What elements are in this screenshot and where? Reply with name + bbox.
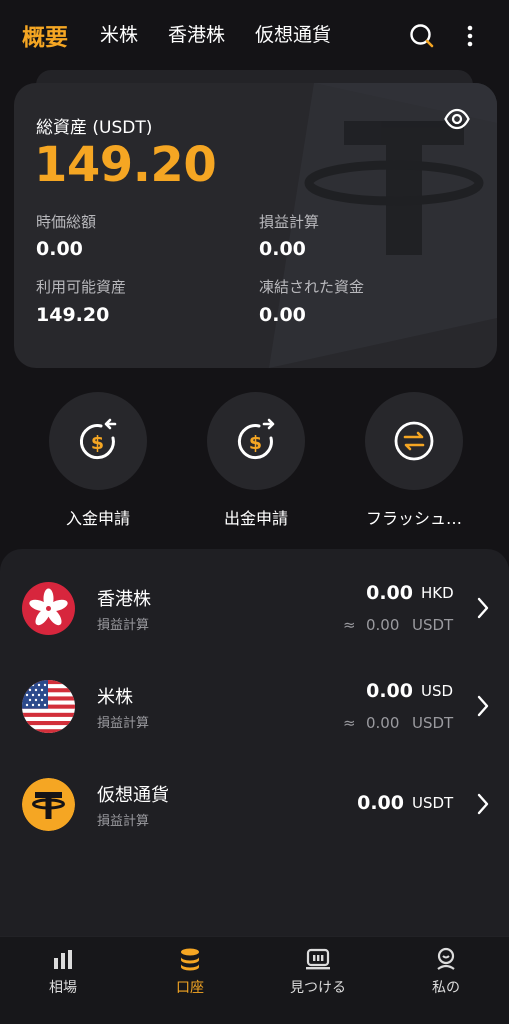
nav-account[interactable]: 口座: [140, 947, 240, 997]
top-navigation: 概要 米株 香港株 仮想通貨: [0, 0, 509, 70]
account-amount: 0.00: [366, 582, 413, 604]
available-assets-value: 149.20: [36, 304, 110, 326]
total-assets-value: 149.20: [34, 137, 217, 193]
flash-swap-button[interactable]: フラッシュ…: [349, 392, 479, 529]
pnl-value: 0.00: [259, 238, 306, 260]
chevron-right-icon[interactable]: [477, 793, 489, 819]
account-name: 米株: [97, 687, 133, 708]
tab-us-stocks[interactable]: 米株: [100, 20, 138, 47]
coins-stack-icon: [181, 948, 199, 971]
nav-market-label: 相場: [49, 980, 77, 996]
approx-currency: USDT: [412, 714, 454, 732]
us-flag-icon: [22, 680, 75, 733]
nav-discover[interactable]: 見つける: [268, 947, 368, 997]
accounts-panel: 香港株 損益計算 0.00 HKD ≈ 0.00 USDT 米株 損益計算 0.…: [0, 549, 509, 939]
hong-kong-flag-icon: [22, 582, 75, 635]
account-amount: 0.00: [366, 680, 413, 702]
account-row-hk-stocks[interactable]: 香港株 損益計算 0.00 HKD ≈ 0.00 USDT: [0, 564, 509, 654]
total-assets-card: 総資産 (USDT) 149.20 時価総額 0.00 損益計算 0.00 利用…: [14, 83, 497, 368]
account-currency: USDT: [412, 794, 454, 812]
approx-value: 0.00: [366, 714, 400, 732]
approx-symbol: ≈: [343, 616, 356, 634]
eye-icon[interactable]: [444, 108, 470, 134]
approx-value: 0.00: [366, 616, 400, 634]
nav-account-label: 口座: [176, 980, 204, 996]
account-currency: HKD: [421, 584, 454, 602]
chart-bars-icon: [54, 950, 72, 969]
swap-icon: [394, 421, 434, 461]
available-assets-label: 利用可能資産: [36, 278, 127, 296]
account-row-crypto[interactable]: 仮想通貨 損益計算 0.00 USDT: [0, 760, 509, 850]
market-value-label: 時価総額: [36, 213, 97, 231]
account-row-us-stocks[interactable]: 米株 損益計算 0.00 USD ≈ 0.00 USDT: [0, 662, 509, 752]
nav-profile[interactable]: 私の: [396, 947, 496, 997]
deposit-button[interactable]: $ 入金申請: [33, 392, 163, 529]
total-assets-label: 総資産 (USDT): [36, 118, 153, 138]
chevron-right-icon[interactable]: [477, 695, 489, 721]
market-value: 0.00: [36, 238, 83, 260]
account-currency: USD: [421, 682, 454, 700]
account-sub: 損益計算: [97, 814, 150, 829]
deposit-icon: $: [79, 418, 117, 460]
flash-swap-label: フラッシュ…: [365, 509, 462, 528]
tab-overview[interactable]: 概要: [22, 18, 68, 52]
withdraw-button[interactable]: $ 出金申請: [191, 392, 321, 529]
pnl-label: 損益計算: [259, 213, 320, 231]
bottom-navigation: 相場 口座 見つける 私の: [0, 936, 509, 1024]
account-amount: 0.00: [357, 792, 404, 814]
approx-symbol: ≈: [343, 714, 356, 732]
svg-text:$: $: [249, 432, 262, 454]
profile-icon: [437, 947, 455, 970]
withdraw-icon: $: [237, 418, 275, 460]
discover-icon: [306, 948, 330, 970]
account-sub: 損益計算: [97, 716, 150, 731]
deposit-label: 入金申請: [65, 509, 130, 528]
account-sub: 損益計算: [97, 618, 150, 633]
tab-crypto[interactable]: 仮想通貨: [255, 20, 331, 47]
account-name: 仮想通貨: [97, 785, 169, 806]
nav-discover-label: 見つける: [290, 980, 346, 996]
svg-text:$: $: [91, 432, 104, 454]
nav-profile-label: 私の: [432, 980, 460, 996]
more-vertical-icon[interactable]: [466, 24, 474, 52]
nav-market[interactable]: 相場: [13, 947, 113, 997]
tab-hk-stocks[interactable]: 香港株: [168, 20, 225, 47]
search-icon[interactable]: [409, 23, 435, 53]
frozen-funds-label: 凍結された資金: [259, 278, 365, 296]
withdraw-label: 出金申請: [223, 509, 288, 528]
approx-currency: USDT: [412, 616, 454, 634]
tether-icon: [22, 778, 75, 831]
account-name: 香港株: [97, 589, 151, 610]
chevron-right-icon[interactable]: [477, 597, 489, 623]
frozen-funds-value: 0.00: [259, 304, 306, 326]
